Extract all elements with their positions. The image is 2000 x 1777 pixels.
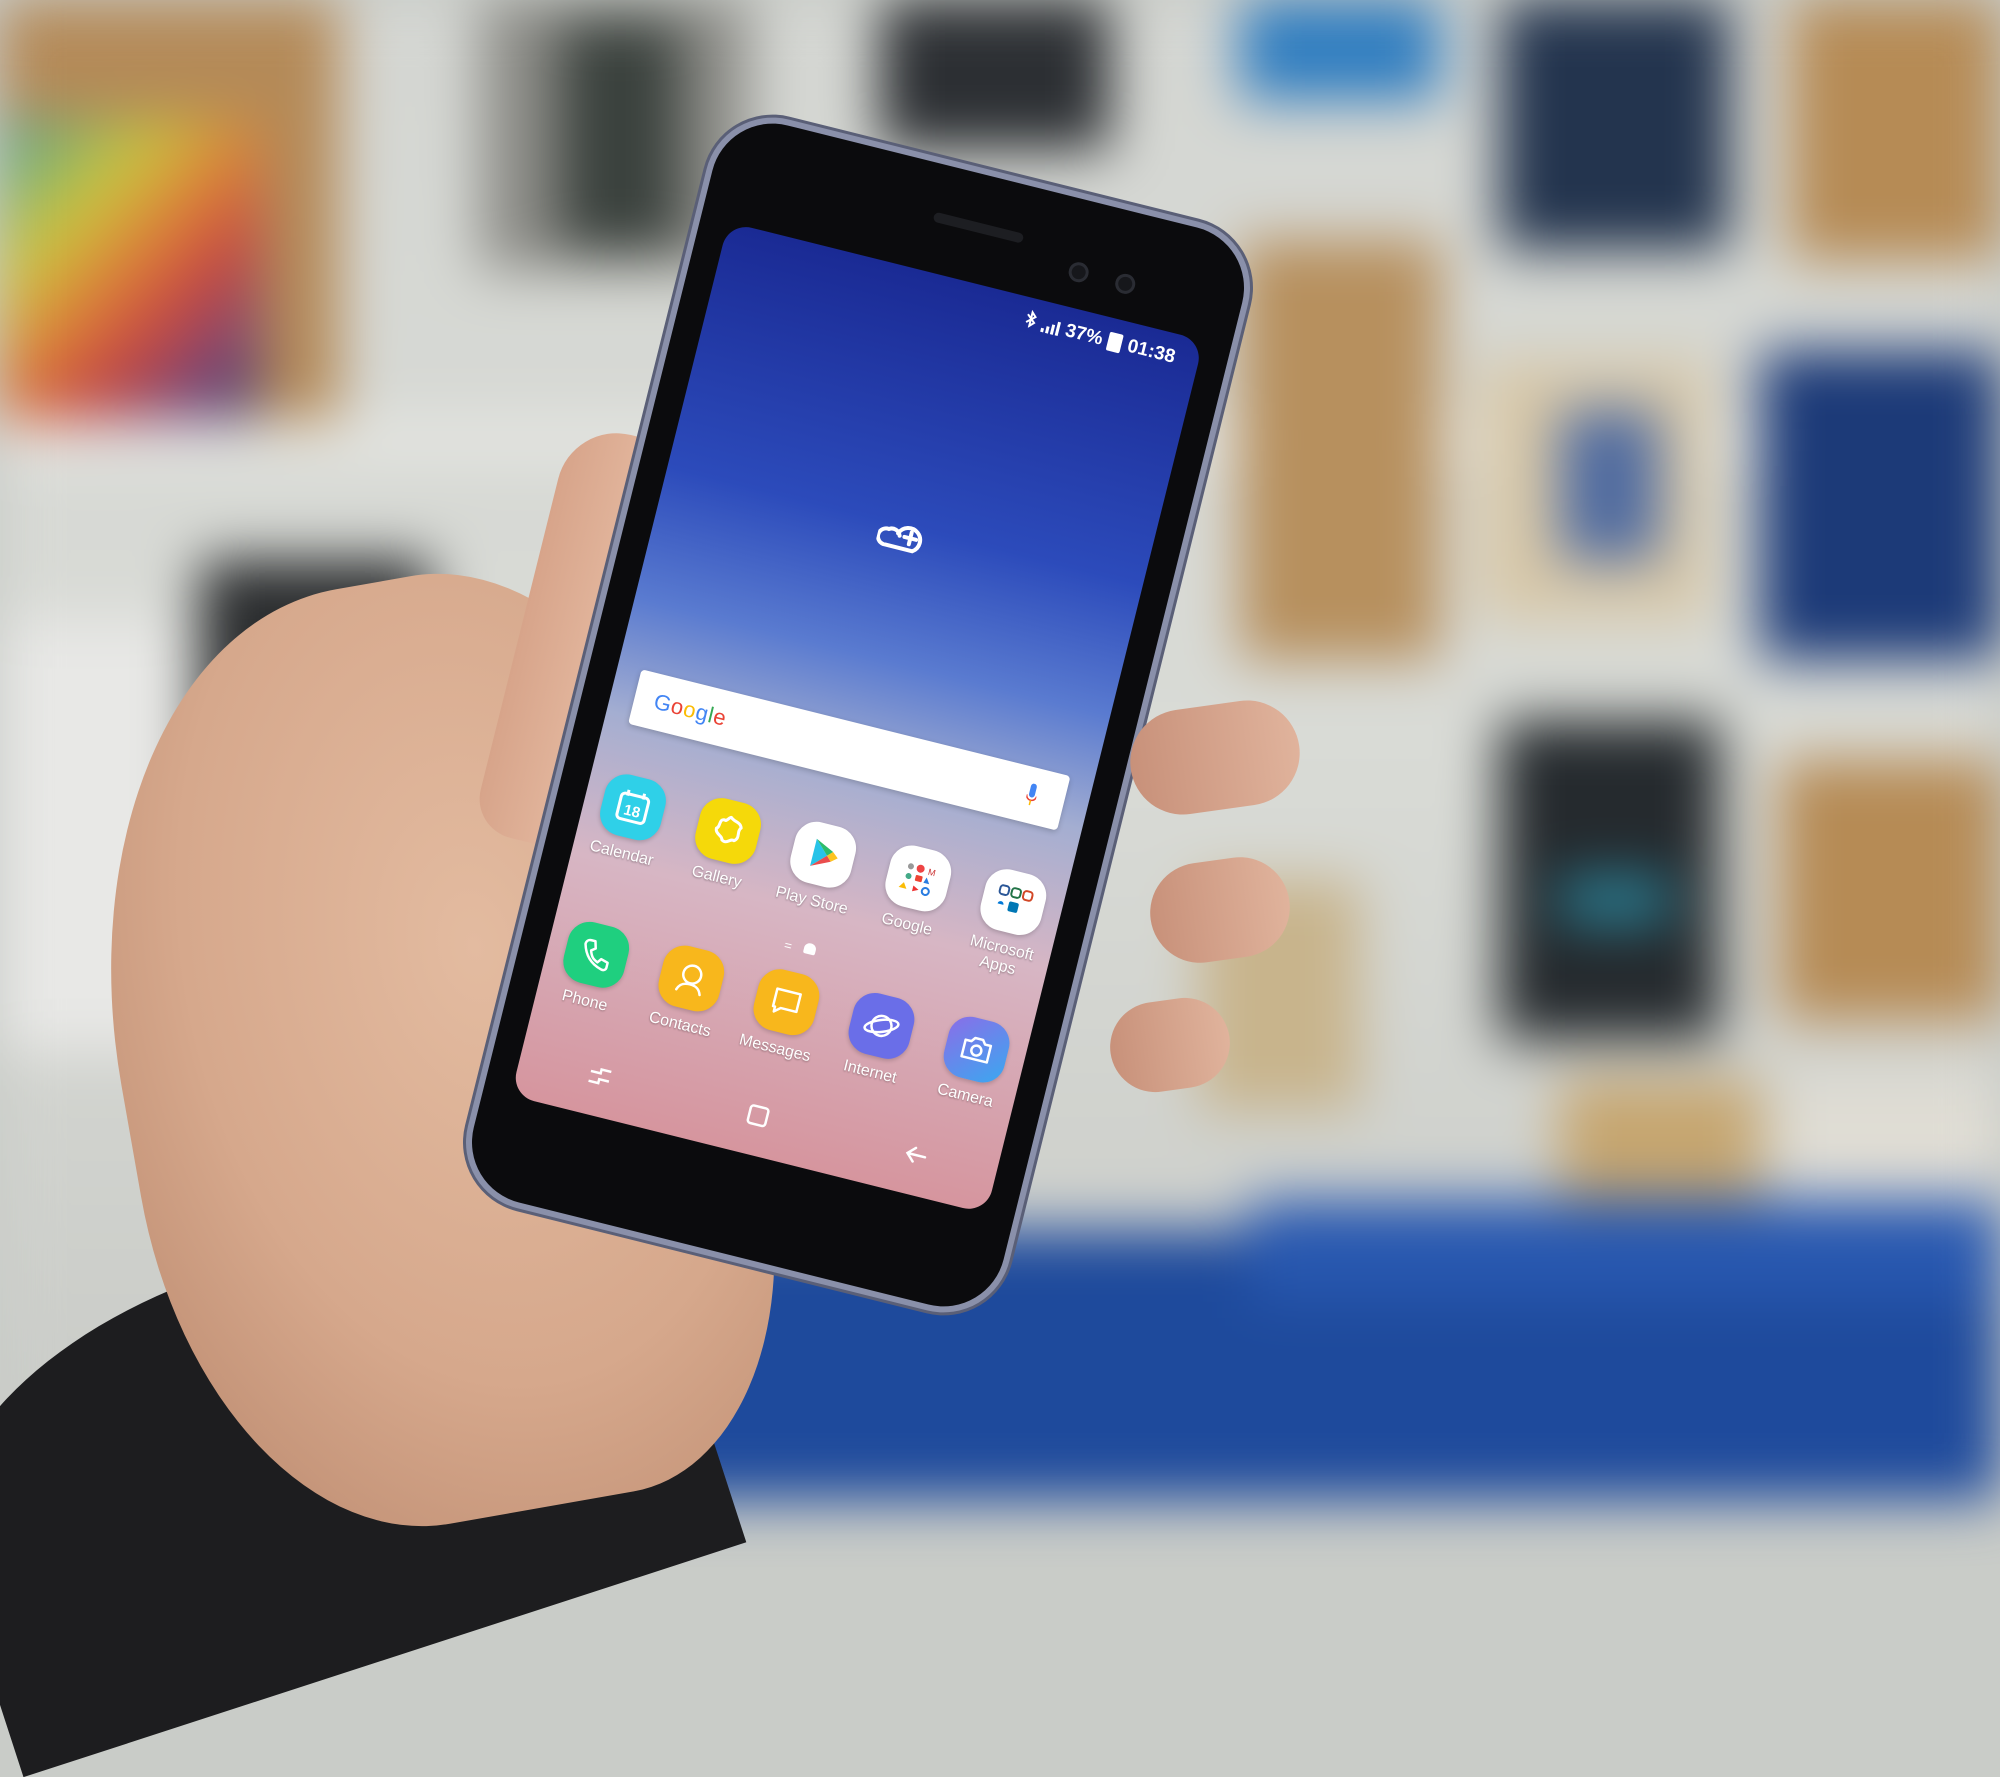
dock-contacts[interactable]: Contacts: [634, 938, 743, 1045]
recents-button[interactable]: [575, 1052, 623, 1100]
calendar-date: 18: [622, 801, 642, 822]
product-box: [560, 20, 680, 250]
google-logo: Google: [651, 689, 729, 732]
product-box: [880, 0, 1110, 150]
app-label: Gallery: [689, 862, 744, 892]
app-label: Contacts: [647, 1008, 713, 1041]
microsoft-folder-icon: [975, 864, 1051, 940]
app-label: Play Store: [773, 883, 850, 918]
microphone-icon[interactable]: [1024, 783, 1040, 809]
page-dot-home[interactable]: [802, 941, 817, 956]
dock-internet[interactable]: Internet: [824, 985, 933, 1092]
app-label: Phone: [560, 987, 610, 1015]
play-store-icon: [785, 817, 861, 893]
app-folder-microsoft[interactable]: Microsoft Apps: [952, 861, 1065, 986]
google-folder-icon: M: [880, 840, 956, 917]
product-box: [1500, 0, 1730, 250]
dock-messages[interactable]: Messages: [729, 961, 838, 1068]
camera-icon: [938, 1012, 1015, 1088]
signal-icon: [1040, 318, 1062, 336]
internet-planet-icon: [843, 988, 920, 1064]
dock-camera[interactable]: Camera: [919, 1009, 1028, 1116]
blue-table: [1250, 1200, 2000, 1300]
back-button[interactable]: [892, 1131, 940, 1179]
recents-icon: [587, 1067, 612, 1085]
gallery-flower-icon: [690, 793, 766, 869]
home-button[interactable]: [734, 1091, 782, 1139]
home-icon: [746, 1104, 770, 1128]
clock: 01:38: [1125, 335, 1178, 368]
app-calendar[interactable]: 18 Calendar: [571, 766, 684, 891]
colorful-poster: [0, 120, 260, 420]
page-dot-menu[interactable]: =: [783, 937, 794, 953]
product-box: [1560, 880, 1670, 920]
dock-phone[interactable]: Phone: [539, 914, 648, 1021]
calendar-icon: 18: [595, 769, 671, 845]
product-box: [1240, 240, 1440, 660]
app-label: Internet: [841, 1057, 899, 1087]
phone-icon: [558, 917, 634, 993]
app-gallery[interactable]: Gallery: [666, 790, 779, 915]
cloud-plus-icon[interactable]: [874, 513, 933, 561]
app-label: Calendar: [587, 837, 656, 870]
app-label: Camera: [935, 1080, 995, 1111]
product-box: [1790, 0, 2000, 260]
svg-text:M: M: [927, 867, 937, 879]
product-box: [1560, 410, 1660, 560]
app-label: Google: [879, 910, 934, 940]
product-box: [1780, 760, 2000, 1020]
app-label: Microsoft Apps: [968, 932, 1036, 979]
messages-icon: [748, 964, 824, 1040]
product-box: [1760, 350, 2000, 660]
product-box: [1240, 0, 1440, 100]
battery-percent: 37%: [1063, 319, 1106, 350]
back-icon: [906, 1146, 927, 1163]
app-label: Messages: [737, 1031, 813, 1066]
bluetooth-icon: [1022, 309, 1039, 334]
battery-icon: [1106, 331, 1125, 354]
app-play-store[interactable]: Play Store: [761, 814, 874, 939]
contacts-icon: [653, 940, 729, 1017]
app-folder-google[interactable]: M Google: [856, 837, 969, 962]
